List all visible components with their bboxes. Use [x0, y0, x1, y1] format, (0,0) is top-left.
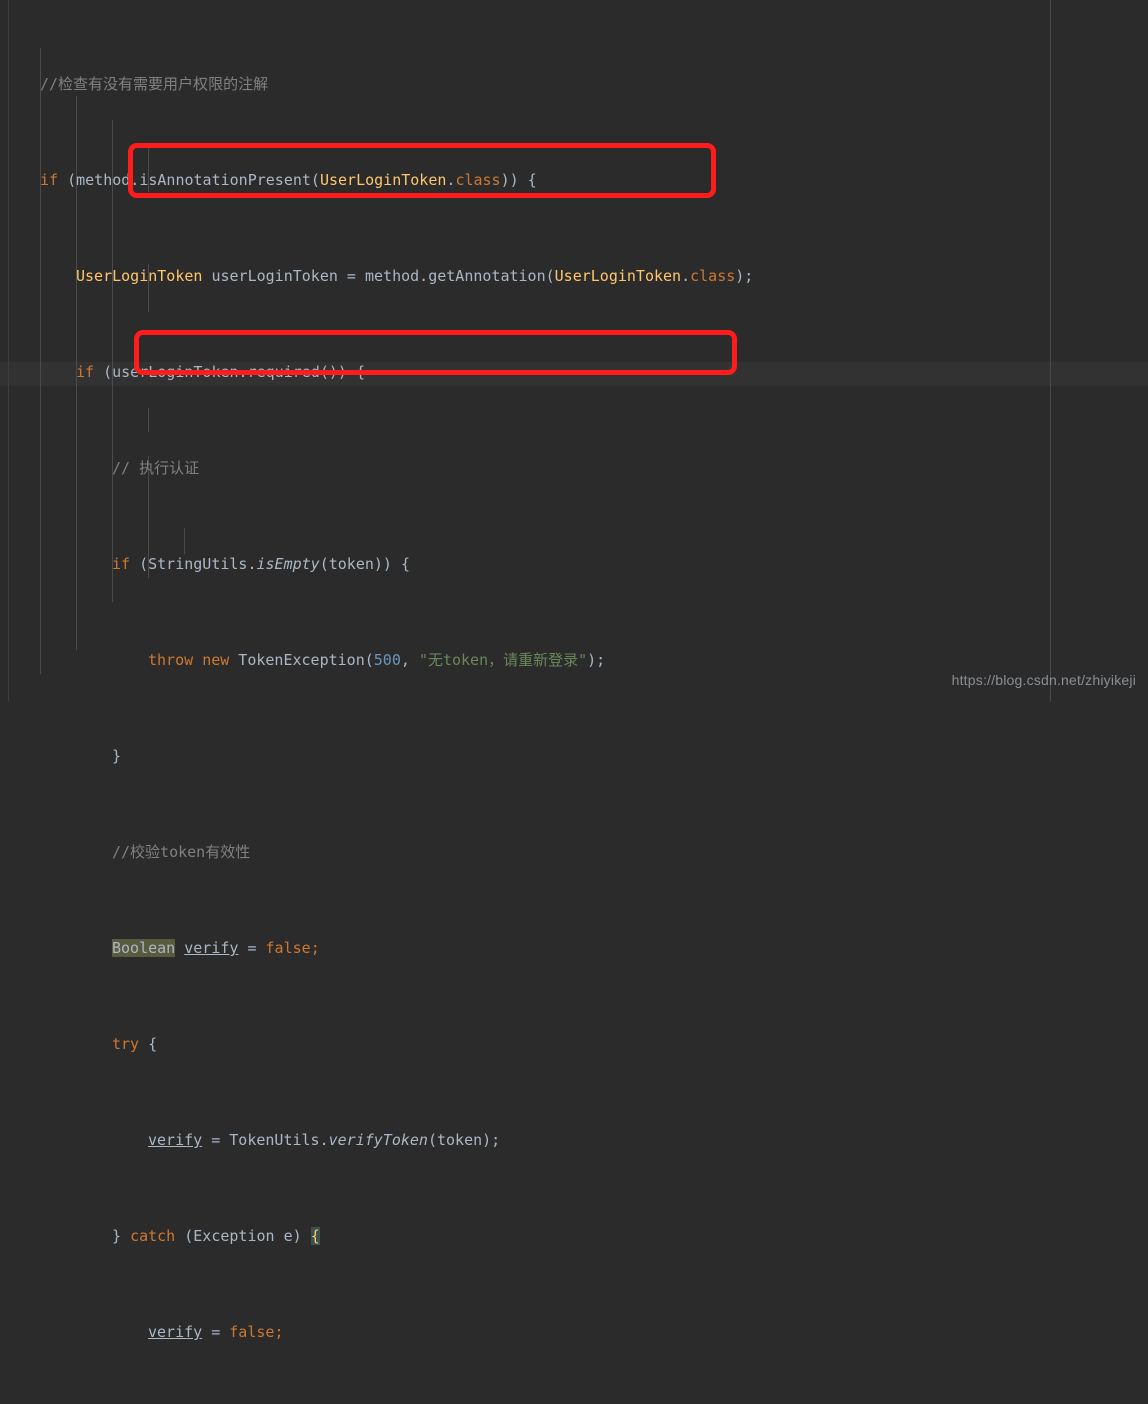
code-line[interactable]: if (userLoginToken.required()) {	[0, 360, 1148, 384]
code-line[interactable]: if (StringUtils.isEmpty(token)) {	[0, 552, 1148, 576]
punct: (token)) {	[319, 555, 411, 573]
number-literal: 500	[373, 651, 401, 669]
watermark-url: https://blog.csdn.net/zhiyikeji	[951, 672, 1136, 688]
keyword-if: if	[76, 363, 95, 381]
class-ref: UserLoginToken	[319, 171, 447, 189]
code-line[interactable]: //校验token有效性	[0, 840, 1148, 864]
code-line[interactable]: verify = false;	[0, 1320, 1148, 1344]
local-var: verify	[184, 939, 239, 957]
class-ref: UserLoginToken	[554, 267, 682, 285]
punct: TokenException(	[229, 651, 374, 669]
punct: ;	[310, 939, 320, 957]
comment-token: //检查有没有需要用户权限的注解	[40, 75, 269, 93]
code-line[interactable]: // 执行认证	[0, 456, 1148, 480]
punct	[193, 651, 202, 669]
punct: (userLoginToken.required()) {	[94, 363, 365, 381]
comment-token: // 执行认证	[112, 459, 200, 477]
punct: (method.isAnnotationPresent(	[58, 171, 320, 189]
keyword-class: class	[690, 267, 736, 285]
keyword-false: false	[265, 939, 311, 957]
keyword-false: false	[229, 1323, 275, 1341]
punct: );	[587, 651, 606, 669]
keyword-new: new	[202, 651, 230, 669]
punct: ;	[274, 1323, 284, 1341]
punct: )) {	[500, 171, 537, 189]
keyword-if: if	[40, 171, 59, 189]
bracket-match-open: {	[310, 1227, 320, 1245]
punct: }	[112, 747, 122, 765]
punct: (token);	[427, 1131, 501, 1149]
punct: {	[139, 1035, 158, 1053]
punct: .	[681, 267, 691, 285]
code-line[interactable]: }	[0, 744, 1148, 768]
punct: (StringUtils.	[130, 555, 257, 573]
punct: =	[202, 1323, 230, 1341]
punct: (Exception e)	[175, 1227, 311, 1245]
punct: =	[238, 939, 266, 957]
string-literal: "无token，请重新登录"	[418, 651, 588, 669]
code-line[interactable]: UserLoginToken userLoginToken = method.g…	[0, 264, 1148, 288]
punct: = TokenUtils.	[202, 1131, 329, 1149]
code-line[interactable]: throw new TokenException(500, "无token，请重…	[0, 648, 1148, 672]
static-method: verifyToken	[328, 1131, 428, 1149]
punct: }	[112, 1227, 131, 1245]
punct: userLoginToken = method.getAnnotation(	[202, 267, 555, 285]
search-highlight-boolean: Boolean	[112, 939, 176, 957]
code-line[interactable]: try {	[0, 1032, 1148, 1056]
code-line[interactable]: Boolean verify = false;	[0, 936, 1148, 960]
local-var: verify	[148, 1323, 203, 1341]
code-line[interactable]: if (method.isAnnotationPresent(UserLogin…	[0, 168, 1148, 192]
class-ref: UserLoginToken	[76, 267, 203, 285]
keyword-if: if	[112, 555, 131, 573]
punct: ,	[400, 651, 419, 669]
keyword-throw: throw	[148, 651, 194, 669]
punct	[175, 939, 184, 957]
code-text[interactable]: //检查有没有需要用户权限的注解 if (method.isAnnotation…	[0, 0, 1148, 1341]
local-var: verify	[148, 1131, 203, 1149]
static-method: isEmpty	[256, 555, 320, 573]
code-line[interactable]: //检查有没有需要用户权限的注解	[0, 72, 1148, 96]
code-editor[interactable]: //检查有没有需要用户权限的注解 if (method.isAnnotation…	[0, 0, 1148, 1341]
comment-token: //校验token有效性	[112, 843, 251, 861]
code-line[interactable]: } catch (Exception e) {	[0, 1224, 1148, 1248]
keyword-class: class	[455, 171, 501, 189]
code-line[interactable]: verify = TokenUtils.verifyToken(token);	[0, 1128, 1148, 1152]
keyword-try: try	[112, 1035, 140, 1053]
punct: );	[735, 267, 754, 285]
keyword-catch: catch	[130, 1227, 176, 1245]
